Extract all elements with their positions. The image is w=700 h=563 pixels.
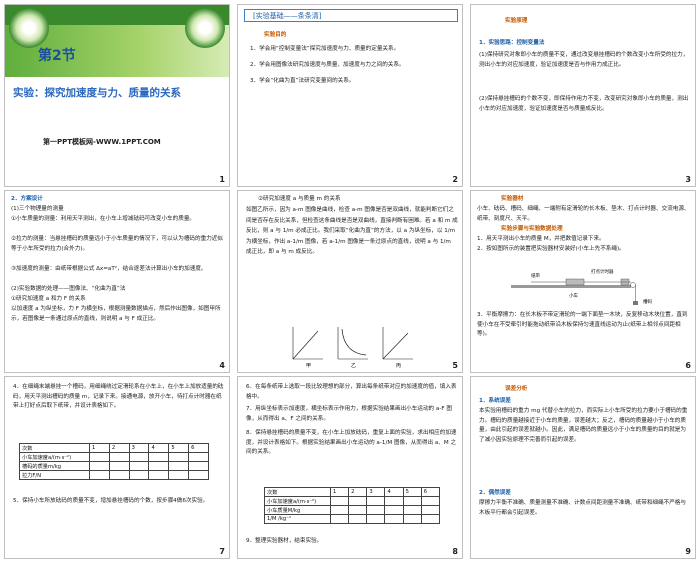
slide-number: 5 xyxy=(452,361,458,370)
heading: 实验步骤与实验数据处理 xyxy=(501,226,563,232)
step: 2．按如图所示的装置把实验器材安装好(小车上先不系绳)。 xyxy=(477,246,625,252)
heading: 实验目的 xyxy=(264,32,287,38)
table-row-label: 1/M /kg⁻¹ xyxy=(264,514,331,524)
graph-label: 乙 xyxy=(351,362,356,369)
data-table: 次数 1 2 3 4 5 6 小车加速度a/(m·s⁻²) 槽码的质量m/kg … xyxy=(19,443,209,480)
slide-number: 8 xyxy=(452,547,458,556)
line: ③加速度的测量：由纸带根据公式 Δx=aT²，结合逐差法计算出小车的加速度。 xyxy=(11,266,207,272)
data-table: 次数 1 2 3 4 5 6 小车加速度a/(m·s⁻²) 小车质量M/kg 1… xyxy=(264,487,441,524)
item: 2．学会用图像法研究加速度与质量、加速度与力之间的关系。 xyxy=(250,62,405,68)
table-header: 1 xyxy=(329,487,350,497)
table-header: 6 xyxy=(420,487,441,497)
dandelion-icon xyxy=(185,8,225,48)
slide-9[interactable]: 误差分析 1．系统误差 本实验用槽码的重力 mg 代替小车的拉力，而实际上小车所… xyxy=(470,376,696,559)
paragraph: 7．用纵坐标表示加速度，横坐标表示作用力，根据实验结果画出小车运动的 a-F 图… xyxy=(246,406,452,422)
diagram-label: 纸带 xyxy=(531,272,540,279)
item: 1．学会用“控制变量法”探究加速度与力、质量的定量关系。 xyxy=(250,46,400,52)
paragraph: 4．在细绳末端悬挂一个槽码，用细绳绕过定滑轮系在小车上，在小车上加放适量的砝码，… xyxy=(13,384,224,410)
subheading: 2．偶然误差 xyxy=(479,490,511,496)
graph-label: 丙 xyxy=(396,363,401,369)
slide-number: 9 xyxy=(685,547,691,556)
table-header: 次数 xyxy=(19,443,90,453)
slide-number: 4 xyxy=(219,361,225,370)
graph-label: 甲 xyxy=(306,363,311,369)
slide-6[interactable]: 实验器材 小车、砝码、槽码、细绳、一端附有定滑轮的长木板、垫木、打点计时器、交流… xyxy=(470,190,696,373)
heading: 实验器材 xyxy=(501,196,524,202)
item: 3．学会“化曲为直”法研究变量间的关系。 xyxy=(250,78,355,84)
subheading: 1．系统误差 xyxy=(479,398,511,404)
table-header: 6 xyxy=(188,443,209,453)
paragraph: 9．整理实验器材，结束实验。 xyxy=(246,538,323,544)
graph-jia xyxy=(292,327,323,360)
line: (1)三个物理量的测量 xyxy=(11,206,64,212)
subheading: 1．实验思路：控制变量法 xyxy=(479,40,545,46)
paragraph: 6．在每条纸带上选取一段比较理想的部分，算出每条纸带对应的加速度的值，填入表格中… xyxy=(246,384,457,400)
paragraph: 5．保持小车所放砝码的质量不变，增加悬挂槽码的个数，按步骤4做6次实验。 xyxy=(13,498,209,504)
table-header: 2 xyxy=(108,443,130,453)
slide-8[interactable]: 6．在每条纸带上选取一段比较理想的部分，算出每条纸带对应的加速度的值，填入表格中… xyxy=(237,376,463,559)
table-row-label: 拉力F/N xyxy=(19,470,90,480)
line: ①研究加速度 a 和力 F 的关系 xyxy=(11,296,86,302)
slide-number: 7 xyxy=(219,547,225,556)
table-header: 3 xyxy=(128,443,150,453)
table-header: 4 xyxy=(148,443,170,453)
table-row-label: 小车质量M/kg xyxy=(264,505,331,515)
diagram-label: 小车 xyxy=(569,292,578,299)
slide-number: 6 xyxy=(685,361,691,370)
slide-number: 1 xyxy=(219,175,225,184)
line: ②拉力的测量：当悬挂槽码的质量远小于小车质量的情况下，可以认为槽码的重力近似等于… xyxy=(11,236,223,252)
table-header: 次数 xyxy=(264,487,331,497)
slide-3[interactable]: 实验原理 1．实验思路：控制变量法 (1)保持研究对象即小车的质量不变，通过改变… xyxy=(470,4,696,187)
table-header: 4 xyxy=(384,487,404,497)
table-row-label: 小车加速度a/(m·s⁻²) xyxy=(264,496,331,506)
line: (2)实验数据的处理——图像法、“化曲为直”法 xyxy=(11,286,126,292)
paragraph: 如图乙所示，因为 a-m 图像是曲线，检查 a-m 图像是否是双曲线，就能判断它… xyxy=(246,207,458,256)
table-header: 2 xyxy=(348,487,368,497)
slide-4[interactable]: 2．方案设计 (1)三个物理量的测量 ①小车质量的测量：利用天平测出，在小车上增… xyxy=(4,190,230,373)
slide-number: 3 xyxy=(685,175,691,184)
graph-yi xyxy=(337,327,368,360)
line: ①小车质量的测量：利用天平测出，在小车上增减砝码可改变小车的质量。 xyxy=(11,216,196,222)
apparatus-diagram: 纸带 打点计时器 小车 槽码 xyxy=(511,268,652,305)
table-row-label: 槽码的质量m/kg xyxy=(19,461,90,471)
step: 3．平衡摩擦力：在长木板不带定滑轮的一端下面垫一木块，反复移动木块位置，直到使小… xyxy=(477,312,688,338)
heading: 误差分析 xyxy=(505,386,528,392)
paragraph: 摩擦力平衡不准确、质量测量不准确、计数点间距测量不准确、纸带和细绳不严格与木板平… xyxy=(479,500,686,516)
paragraph: (2)保持悬挂槽码的个数不变，即保持作用力不变，改变研究对象即小车的质量，测出小… xyxy=(479,96,689,112)
subheading: 2．方案设计 xyxy=(11,196,43,202)
slide-1[interactable]: 第2节 实验：探究加速度与力、质量的关系 第一PPT模板网-WWW.1PPT.C… xyxy=(4,4,230,187)
diagram-label: 槽码 xyxy=(643,298,652,305)
slide-2[interactable]: [实验基础——条条清] 实验目的 1．学会用“控制变量法”探究加速度与力、质量的… xyxy=(237,4,463,187)
diagram-label: 打点计时器 xyxy=(591,268,614,275)
footer-text: 第一PPT模板网-WWW.1PPT.COM xyxy=(43,138,161,146)
paragraph: (1)保持研究对象即小车的质量不变，通过改变悬挂槽码的个数改变小车所受的拉力，测… xyxy=(479,52,689,68)
paragraph: 小车、砝码、槽码、细绳、一端附有定滑轮的长木板、垫木、打点计时器、交流电源、纸带… xyxy=(477,206,690,222)
table-header: 5 xyxy=(402,487,422,497)
slide-5[interactable]: ②研究加速度 a 与质量 m 的关系 如图乙所示，因为 a-m 图像是曲线，检查… xyxy=(237,190,463,373)
heading: 实验原理 xyxy=(505,18,528,24)
table-row-label: 小车加速度a/(m·s⁻²) xyxy=(19,452,90,462)
graph-figures: 甲 乙 丙 xyxy=(292,327,413,369)
section-header: [实验基础——条条清] xyxy=(244,9,458,22)
line: 以加速度 a 为纵坐标，力 F 为横坐标，根据测量数据描点，然后作出图像，如图甲… xyxy=(11,306,221,322)
line: ②研究加速度 a 与质量 m 的关系 xyxy=(258,196,341,202)
step: 1．用天平测出小车的质量 M，并把数值记录下来。 xyxy=(477,236,605,242)
slide-title: 实验：探究加速度与力、质量的关系 xyxy=(13,87,181,99)
table-header: 5 xyxy=(168,443,190,453)
table-header: 1 xyxy=(89,443,110,453)
paragraph: 8．保持悬挂槽码的质量不变，在小车上加放砝码，重复上面的实验，求出相应的加速度，… xyxy=(246,430,457,456)
graph-bing xyxy=(382,327,413,360)
slide-7[interactable]: 4．在细绳末端悬挂一个槽码，用细绳绕过定滑轮系在小车上，在小车上加放适量的砝码，… xyxy=(4,376,230,559)
slide-number: 2 xyxy=(452,175,458,184)
table-header: 3 xyxy=(366,487,386,497)
dandelion-icon xyxy=(9,8,49,48)
paragraph: 本实验用槽码的重力 mg 代替小车的拉力，而实际上小车所受的拉力要小于槽码的重力… xyxy=(479,408,688,443)
section-title: 第2节 xyxy=(38,48,76,64)
